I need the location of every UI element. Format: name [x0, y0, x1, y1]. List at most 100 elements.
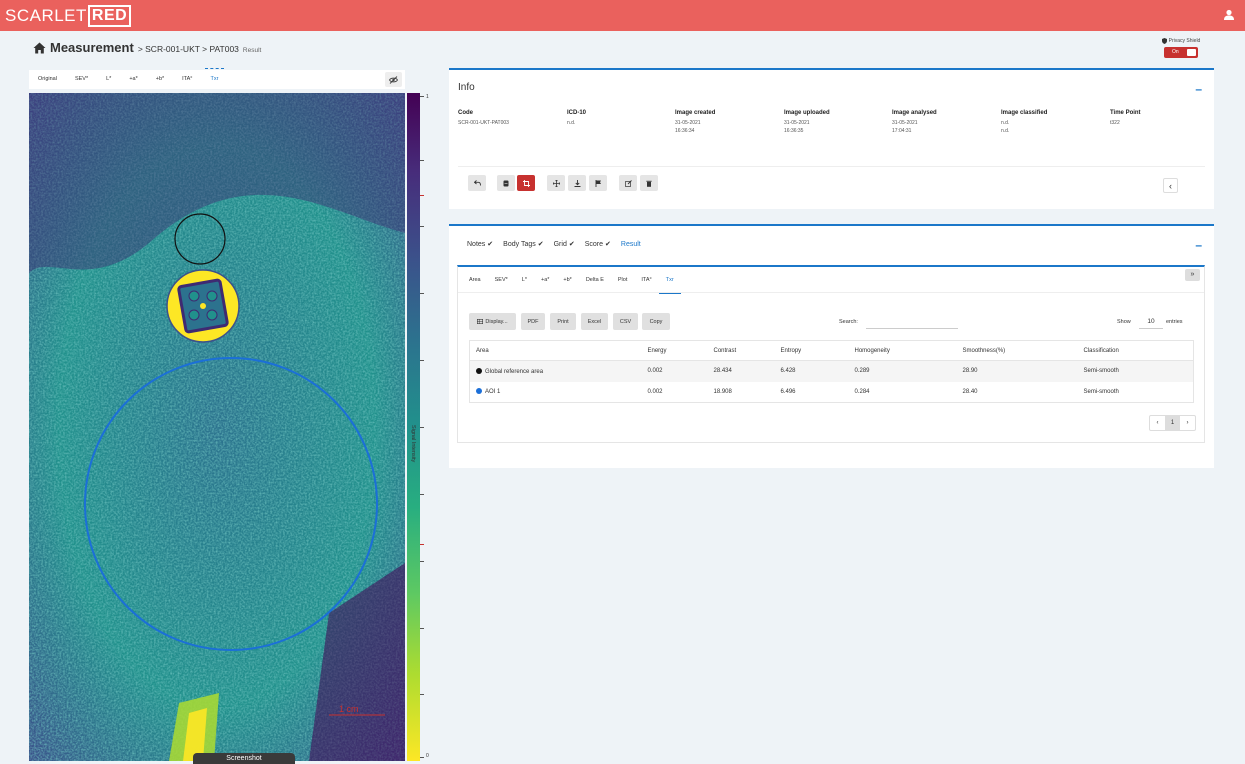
table-row[interactable]: AOI 1 0.002 18.908 6.496 0.284 28.40 Sem… — [470, 382, 1194, 403]
image-tab-sev[interactable]: SEV* — [66, 70, 97, 89]
check-icon: ✔ — [605, 241, 611, 248]
colorbar-axis-label: Signal Intensity — [410, 425, 416, 463]
col-header-smoothness[interactable]: Smoothness(%) — [956, 340, 1078, 361]
table-cell: 0.289 — [848, 360, 957, 382]
image-tab-a[interactable]: +a* — [120, 70, 146, 89]
download-icon — [574, 179, 580, 187]
col-header-area[interactable]: Area — [469, 340, 642, 361]
delete-button[interactable] — [640, 175, 658, 191]
layers-icon — [503, 180, 509, 186]
sub-tab-sev[interactable]: SEV* — [488, 267, 515, 293]
image-tab-b[interactable]: +b* — [147, 70, 173, 89]
col-header-homogeneity[interactable]: Homogeneity — [848, 340, 957, 361]
table-cell: 28.40 — [962, 388, 978, 395]
info-col-icd10: ICD-10 n.d. — [567, 110, 667, 127]
col-header-entropy[interactable]: Entropy — [774, 340, 849, 361]
tab-notes[interactable]: Notes ✔ — [467, 240, 494, 249]
prev-page-button[interactable]: ‹ — [1150, 416, 1165, 430]
display-button-label: Display... — [485, 318, 508, 325]
search-input[interactable] — [866, 314, 958, 329]
privacy-toggle[interactable]: On — [1164, 47, 1198, 58]
sub-tab-ita[interactable]: ITA° — [634, 267, 658, 293]
image-tab-txr[interactable]: Txr — [202, 68, 228, 89]
colorbar-tick — [420, 427, 424, 428]
undo-button[interactable] — [468, 175, 486, 191]
tab-body-tags[interactable]: Body Tags ✔ — [503, 240, 543, 249]
info-col-value: 31-05-2021 — [892, 120, 918, 126]
entries-label: entries — [1166, 319, 1183, 325]
area-color-dot — [476, 367, 482, 374]
sub-tab-delta-e[interactable]: Delta E — [579, 267, 611, 293]
csv-button[interactable]: CSV — [613, 313, 638, 330]
crop-button[interactable] — [517, 175, 535, 191]
flag-button[interactable] — [589, 175, 607, 191]
check-icon: ✔ — [487, 241, 494, 248]
scale-label: 1 cm — [339, 704, 359, 714]
page-button-1[interactable]: 1 — [1165, 416, 1180, 430]
download-button[interactable] — [568, 175, 586, 191]
sub-tab-txr[interactable]: Txr — [658, 267, 681, 294]
shield-icon — [1161, 38, 1167, 44]
table-cell: 6.428 — [774, 360, 849, 382]
user-icon[interactable] — [1223, 9, 1235, 21]
info-col-value: t322 — [1110, 120, 1120, 126]
colorbar-marker — [420, 195, 424, 196]
image-tab-ita[interactable]: ITA° — [173, 70, 201, 89]
breadcrumb-path[interactable]: > SCR-001-UKT > PAT003 — [138, 44, 239, 54]
edit-button[interactable] — [619, 175, 637, 191]
display-button[interactable]: Display... — [469, 313, 516, 330]
info-col-header: Image analysed — [892, 110, 937, 116]
home-icon[interactable] — [33, 42, 46, 54]
col-header-energy[interactable]: Energy — [641, 340, 708, 361]
sub-tab-plot[interactable]: Plot — [611, 267, 634, 293]
info-col-value: n.d. — [567, 120, 576, 126]
image-tab-original[interactable]: Original — [29, 70, 66, 89]
area-name: AOI 1 — [485, 389, 501, 396]
sub-tab-a[interactable]: +a* — [534, 267, 556, 293]
sub-tab-b[interactable]: +b* — [556, 267, 578, 293]
copy-button[interactable]: Copy — [642, 313, 670, 330]
logo[interactable]: SCARLET RED — [5, 5, 132, 27]
info-col-code: Code SCR-001-UKT-PAT003 — [458, 110, 558, 127]
info-col-time-point: Time Point t322 — [1110, 110, 1210, 127]
tab-result[interactable]: Result — [621, 241, 641, 248]
tab-label: Result — [620, 240, 641, 248]
texture-image[interactable]: 1 cm — [29, 93, 405, 761]
tab-score[interactable]: Score ✔ — [585, 240, 611, 249]
layers-button[interactable] — [497, 175, 515, 191]
table-cell: 0.002 — [647, 388, 663, 395]
table-cell: 18.908 — [713, 388, 732, 395]
result-table: Area Energy Contrast Entropy Homogeneity… — [469, 340, 1194, 403]
sub-tab-area[interactable]: Area — [462, 267, 488, 293]
screenshot-button[interactable]: Screenshot — [193, 753, 295, 764]
tab-grid[interactable]: Grid ✔ — [554, 240, 575, 249]
txr-result-panel: Area SEV* L* +a* +b* Delta E Plot ITA° T… — [457, 265, 1205, 443]
entries-select[interactable]: 10 — [1139, 314, 1163, 329]
image-tab-l[interactable]: L* — [97, 70, 120, 89]
table-row[interactable]: Global reference area 0.002 28.434 6.428… — [469, 360, 1194, 382]
table-cell: 28.434 — [707, 360, 775, 382]
sub-tab-l[interactable]: L* — [515, 267, 534, 293]
divider — [458, 166, 1205, 167]
table-cell: 0.002 — [641, 360, 708, 382]
hide-overlay-button[interactable] — [385, 72, 402, 87]
col-header-contrast[interactable]: Contrast — [707, 340, 775, 361]
colorbar-tick — [420, 757, 424, 758]
result-collapse-icon[interactable]: – — [1195, 238, 1202, 252]
colorbar-tick — [420, 160, 424, 161]
excel-button[interactable]: Excel — [581, 313, 608, 330]
double-chevron-down-icon[interactable]: » — [1185, 269, 1200, 281]
info-col-image-created: Image created 31-05-2021 16:36:34 — [675, 110, 775, 135]
info-card-title: Info — [458, 82, 475, 93]
table-cell: Semi-smooth — [1077, 360, 1194, 382]
move-button[interactable] — [547, 175, 565, 191]
info-collapse-icon[interactable]: – — [1195, 82, 1202, 96]
texture-map: 1 cm — [29, 93, 405, 761]
collapse-side-button[interactable]: ‹ — [1163, 178, 1178, 193]
col-header-classification[interactable]: Classification — [1077, 340, 1194, 361]
print-button[interactable]: Print — [550, 313, 576, 330]
next-page-button[interactable]: › — [1180, 416, 1195, 430]
pdf-button[interactable]: PDF — [521, 313, 545, 330]
edit-icon — [624, 179, 632, 187]
info-col-value: 16:36:34 — [675, 128, 695, 134]
